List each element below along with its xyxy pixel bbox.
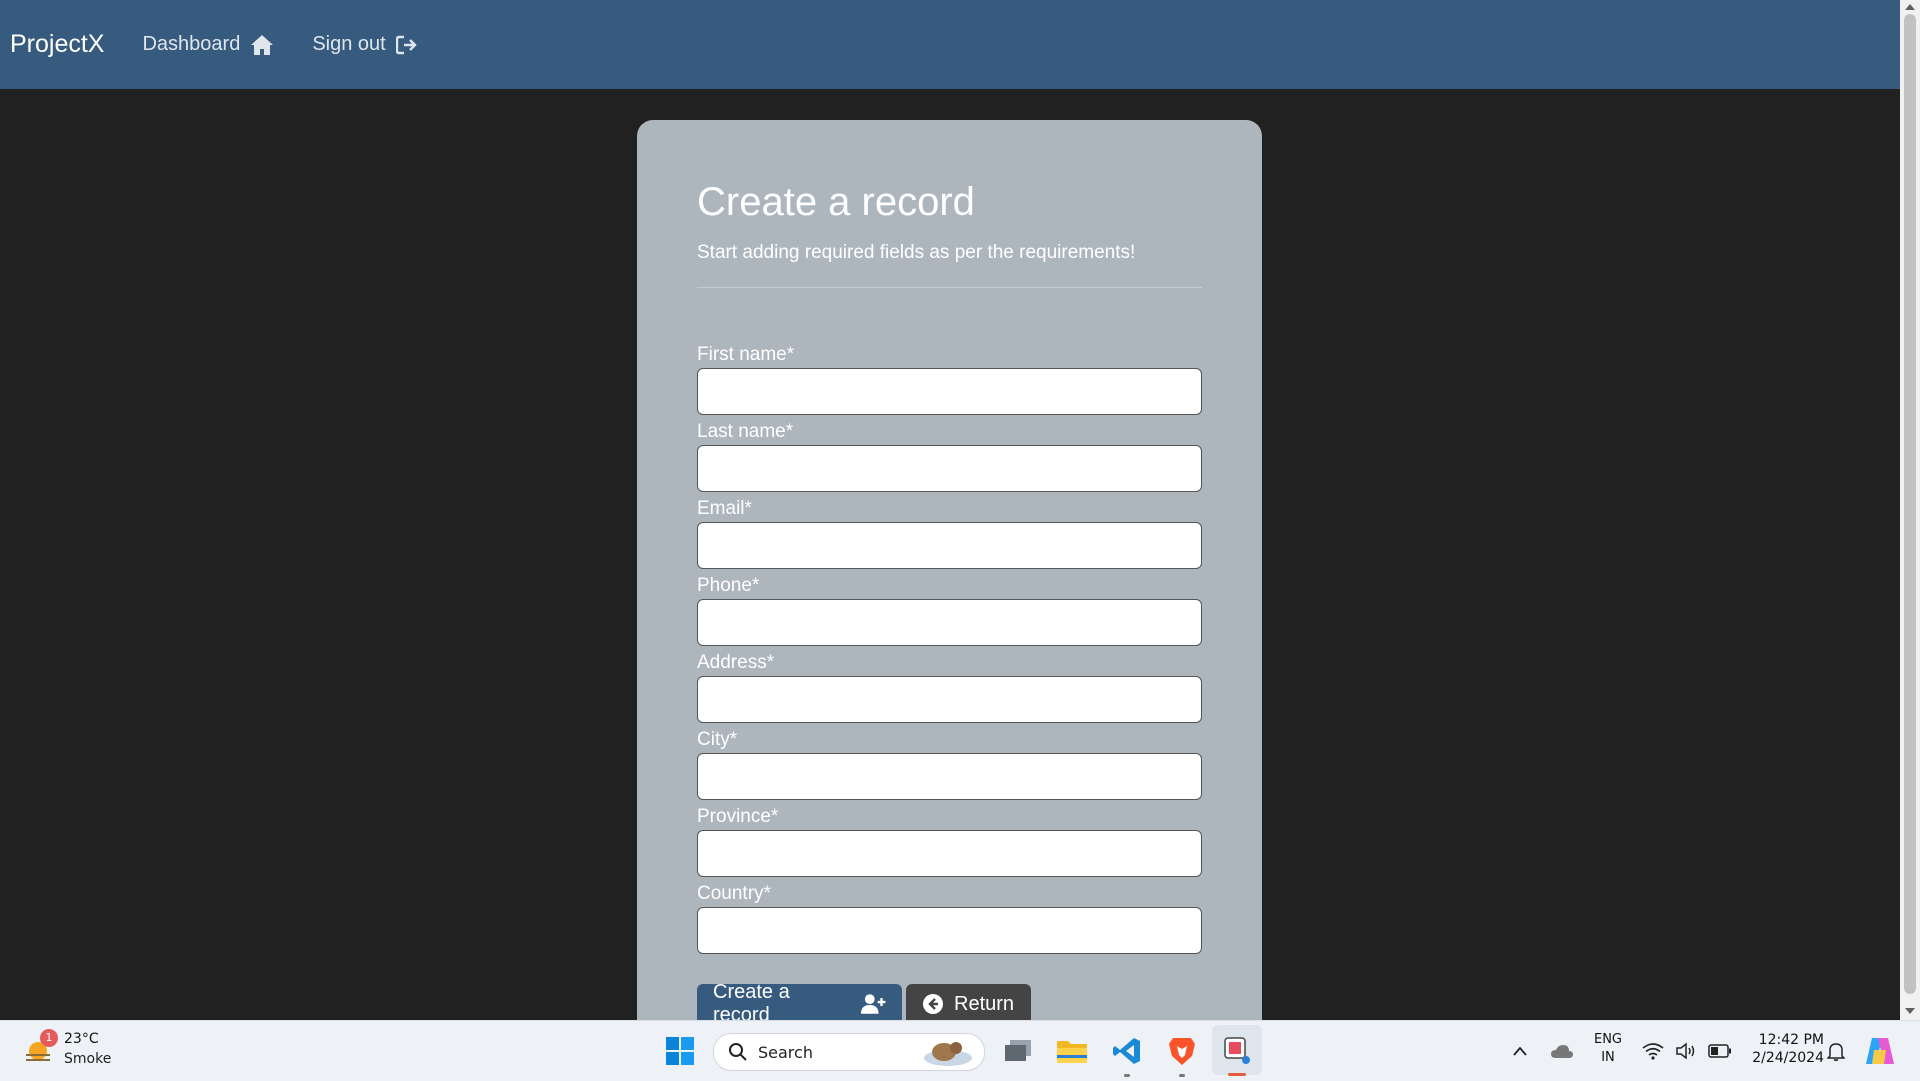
- cloud-icon: [1551, 1045, 1573, 1058]
- brave-lion-icon: [1169, 1038, 1195, 1065]
- sign-out-icon: [395, 35, 417, 54]
- first-name-field: First name*: [697, 342, 1202, 415]
- show-hidden-icons-button[interactable]: [1508, 1039, 1532, 1063]
- address-input[interactable]: [697, 676, 1202, 723]
- wifi-icon: [1642, 1043, 1664, 1060]
- nav-dashboard-link[interactable]: Dashboard: [142, 33, 274, 56]
- copilot-icon: [1866, 1038, 1894, 1064]
- notifications-button[interactable]: [1824, 1037, 1848, 1065]
- clock[interactable]: 12:42 PM 2/24/2024: [1740, 1031, 1824, 1067]
- chevron-up-icon: [1513, 1046, 1527, 1056]
- active-app-indicator: [1228, 1073, 1246, 1076]
- email-input[interactable]: [697, 522, 1202, 569]
- bell-icon: [1827, 1043, 1845, 1061]
- weather-badge: 1: [40, 1029, 58, 1047]
- vscode-button[interactable]: [1109, 1033, 1145, 1069]
- brave-running-indicator: [1179, 1074, 1185, 1077]
- folder-icon: [1057, 1041, 1087, 1063]
- country-field: Country*: [697, 881, 1202, 954]
- vscode-running-indicator: [1124, 1074, 1130, 1077]
- onedrive-button[interactable]: [1547, 1039, 1577, 1063]
- windows-logo-icon: [666, 1037, 694, 1065]
- province-label: Province*: [697, 806, 779, 827]
- return-label: Return: [954, 992, 1015, 1015]
- file-explorer-button[interactable]: [1054, 1033, 1090, 1069]
- weather-desc: Smoke: [64, 1051, 112, 1067]
- battery-icon: [1708, 1044, 1731, 1058]
- phone-input[interactable]: [697, 599, 1202, 646]
- volume-icon: [1676, 1042, 1695, 1060]
- country-label: Country*: [697, 883, 771, 904]
- home-icon: [251, 34, 274, 55]
- search-icon: [729, 1043, 747, 1061]
- email-field: Email*: [697, 496, 1202, 569]
- add-user-icon: [860, 994, 886, 1014]
- copilot-button[interactable]: [1862, 1033, 1898, 1069]
- country-input[interactable]: [697, 907, 1202, 954]
- last-name-label: Last name*: [697, 421, 794, 442]
- windows-taskbar: 1 23°C Smoke Search ENG IN 12:42 PM 2/24…: [0, 1020, 1920, 1081]
- nav-sign-out-link[interactable]: Sign out: [312, 33, 417, 56]
- taskbar-search[interactable]: Search: [713, 1033, 985, 1071]
- weather-widget[interactable]: 1 23°C Smoke: [18, 1027, 118, 1075]
- search-highlight-image-icon: [924, 1042, 972, 1066]
- arrow-left-circle-icon: [923, 994, 943, 1014]
- return-button[interactable]: Return: [906, 984, 1031, 1024]
- brand-logo[interactable]: ProjectX: [10, 30, 104, 59]
- first-name-label: First name*: [697, 344, 795, 365]
- start-button[interactable]: [662, 1033, 698, 1069]
- province-input[interactable]: [697, 830, 1202, 877]
- address-field: Address*: [697, 650, 1202, 723]
- clock-time: 12:42 PM: [1758, 1032, 1824, 1048]
- weather-temp: 23°C: [64, 1031, 99, 1047]
- search-label: Search: [758, 1042, 813, 1062]
- clock-date: 2/24/2024: [1752, 1050, 1824, 1066]
- divider: [697, 287, 1202, 288]
- city-label: City*: [697, 729, 738, 750]
- page-title: Create a record: [697, 180, 975, 224]
- active-app-button[interactable]: [1212, 1025, 1262, 1075]
- page-subtitle: Start adding required fields as per the …: [697, 242, 1136, 263]
- language-indicator[interactable]: ENG IN: [1590, 1031, 1626, 1067]
- language-code: ENG: [1593, 1032, 1622, 1047]
- city-field: City*: [697, 727, 1202, 800]
- snipping-tool-icon: [1224, 1037, 1250, 1064]
- scroll-up-icon[interactable]: [1905, 4, 1915, 10]
- phone-field: Phone*: [697, 573, 1202, 646]
- first-name-input[interactable]: [697, 368, 1202, 415]
- nav-dashboard-label: Dashboard: [142, 33, 241, 55]
- create-record-card: Create a record Start adding required fi…: [637, 120, 1262, 1040]
- quick-settings-button[interactable]: [1642, 1037, 1732, 1065]
- vscode-icon: [1113, 1038, 1140, 1064]
- brave-browser-button[interactable]: [1164, 1033, 1200, 1069]
- top-navbar: ProjectX Dashboard Sign out: [0, 0, 1900, 89]
- task-view-icon: [1005, 1040, 1031, 1061]
- province-field: Province*: [697, 804, 1202, 877]
- page-scrollbar[interactable]: [1900, 0, 1920, 1020]
- create-record-button[interactable]: Create a record: [697, 981, 902, 1026]
- last-name-input[interactable]: [697, 445, 1202, 492]
- phone-label: Phone*: [697, 575, 760, 596]
- city-input[interactable]: [697, 753, 1202, 800]
- last-name-field: Last name*: [697, 419, 1202, 492]
- scroll-thumb[interactable]: [1904, 14, 1916, 994]
- language-region: IN: [1601, 1050, 1615, 1065]
- scroll-down-icon[interactable]: [1905, 1008, 1915, 1014]
- nav-sign-out-label: Sign out: [312, 33, 386, 55]
- email-label: Email*: [697, 498, 752, 519]
- address-label: Address*: [697, 652, 775, 673]
- task-view-button[interactable]: [1000, 1033, 1036, 1069]
